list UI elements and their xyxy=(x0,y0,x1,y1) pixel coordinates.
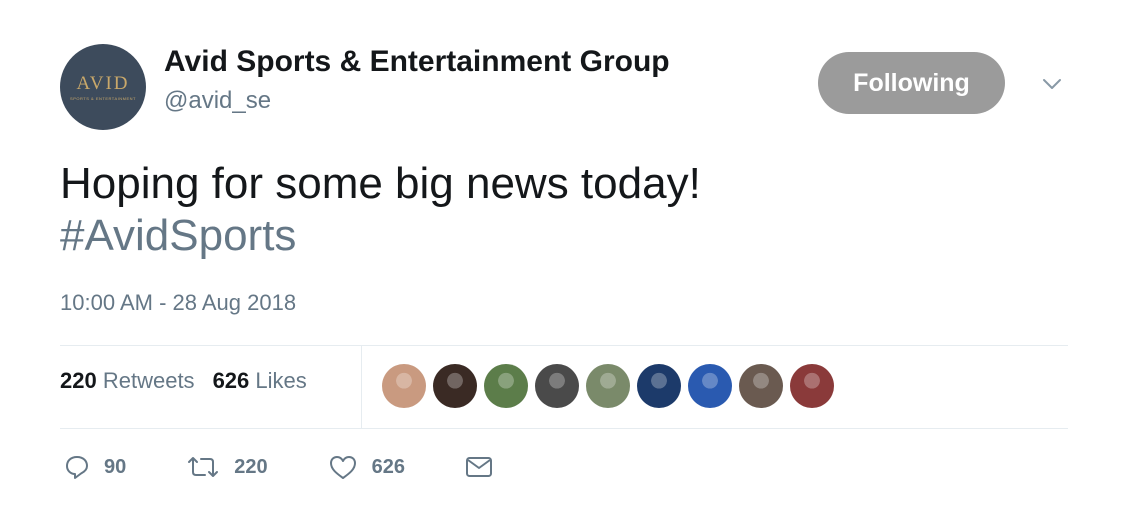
tweet-body: Hoping for some big news today! xyxy=(60,159,701,208)
tweet-actions: 90 220 626 xyxy=(64,454,567,480)
liker-avatar[interactable] xyxy=(739,364,783,408)
like-count: 626 xyxy=(371,455,405,478)
liker-avatar[interactable] xyxy=(688,364,732,408)
retweets-label: Retweets xyxy=(102,368,195,393)
reply-icon xyxy=(66,456,88,479)
liker-avatar[interactable] xyxy=(382,364,426,408)
likes-stat[interactable]: 626 Likes xyxy=(213,368,307,393)
reply-count: 90 xyxy=(104,455,127,478)
tweet-timestamp[interactable]: 10:00 AM - 28 Aug 2018 xyxy=(60,290,296,316)
liker-avatar[interactable] xyxy=(586,364,630,408)
heart-icon xyxy=(329,456,356,479)
direct-message-button[interactable] xyxy=(465,455,507,479)
like-button[interactable]: 626 xyxy=(328,454,405,480)
stats-separator xyxy=(361,346,362,428)
following-button[interactable]: Following xyxy=(818,52,1005,114)
hashtag-link[interactable]: #AvidSports xyxy=(60,210,701,262)
liker-avatar[interactable] xyxy=(637,364,681,408)
divider-bottom xyxy=(60,428,1068,429)
avatar-logo-sub: SPORTS & ENTERTAINMENT xyxy=(70,95,136,101)
liker-avatar[interactable] xyxy=(433,364,477,408)
account-handle[interactable]: @avid_se xyxy=(164,87,271,115)
envelope-icon xyxy=(466,457,492,477)
chevron-down-icon[interactable] xyxy=(1040,74,1064,94)
account-name[interactable]: Avid Sports & Entertainment Group xyxy=(164,45,670,79)
engagement-stats: 220 Retweets 626 Likes xyxy=(60,368,307,394)
retweet-count: 220 xyxy=(234,455,268,478)
reply-button[interactable]: 90 xyxy=(64,454,126,480)
liker-avatar[interactable] xyxy=(484,364,528,408)
liker-avatar[interactable] xyxy=(535,364,579,408)
avatar-logo-word: AVID xyxy=(76,72,130,94)
likes-count: 626 xyxy=(212,368,250,393)
retweet-icon xyxy=(188,457,219,477)
retweet-button[interactable]: 220 xyxy=(186,454,268,480)
retweets-stat[interactable]: 220 Retweets xyxy=(60,368,195,393)
tweet-text: Hoping for some big news today! #AvidSpo… xyxy=(60,158,701,262)
liker-avatar[interactable] xyxy=(790,364,834,408)
liker-avatars xyxy=(382,364,841,408)
retweets-count: 220 xyxy=(60,368,97,393)
avatar[interactable]: AVID SPORTS & ENTERTAINMENT xyxy=(60,44,146,130)
likes-label: Likes xyxy=(255,368,307,393)
divider-top xyxy=(60,345,1068,346)
